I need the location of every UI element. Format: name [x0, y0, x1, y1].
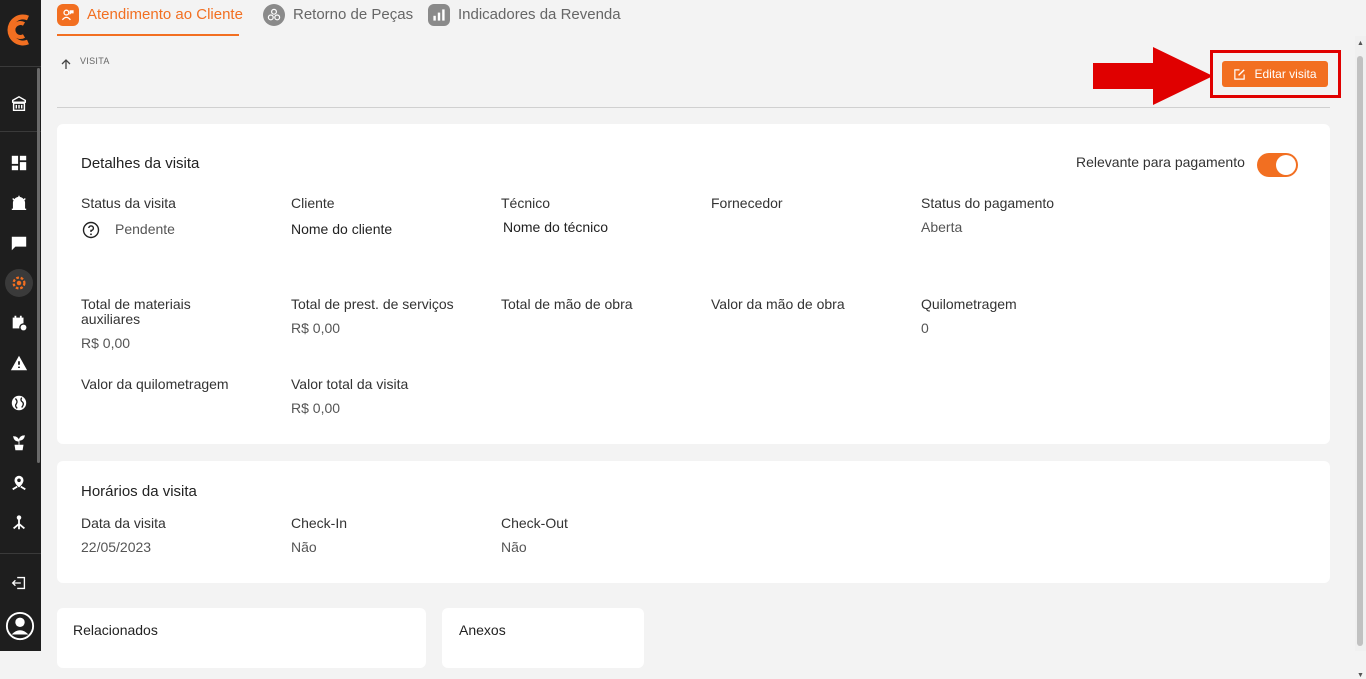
user-avatar-icon[interactable] — [4, 610, 36, 642]
card-title: Anexos — [459, 622, 506, 638]
related-card — [57, 608, 426, 668]
tab-label: Atendimento ao Cliente — [87, 6, 243, 23]
checkin-label: Check-In — [291, 515, 348, 531]
bar-chart-icon — [428, 4, 450, 26]
header-divider — [57, 107, 1330, 108]
app-logo-icon[interactable] — [4, 12, 36, 48]
customer-service-icon — [57, 4, 79, 26]
checkout-value: Não — [501, 539, 527, 555]
sidebar-alarm-icon[interactable] — [8, 192, 30, 214]
relevant-payment-toggle[interactable] — [1257, 153, 1298, 177]
sidebar-location-icon[interactable] — [8, 472, 30, 494]
breadcrumb: VISITA — [60, 52, 110, 70]
materials-label-line2: auxiliares — [81, 311, 141, 327]
sidebar-divider — [0, 131, 41, 132]
status-value: Pendente — [115, 221, 175, 237]
edit-visit-button[interactable]: Editar visita — [1222, 61, 1328, 87]
status-label: Status da visita — [81, 195, 176, 211]
arrow-up-icon[interactable] — [60, 58, 72, 70]
card-title: Relacionados — [73, 622, 158, 638]
visit-schedule-card — [57, 461, 1330, 583]
sidebar-dashboard-icon[interactable] — [8, 152, 30, 174]
active-tab-indicator — [57, 34, 239, 36]
checkin-value: Não — [291, 539, 317, 555]
materials-value: R$ 0,00 — [81, 335, 131, 351]
sidebar-scrollbar[interactable] — [37, 68, 40, 463]
sidebar-hierarchy-icon[interactable] — [8, 512, 30, 534]
mileage-value-label: Valor da quilometragem — [81, 376, 229, 392]
sidebar-warning-icon[interactable] — [8, 352, 30, 374]
client-label: Cliente — [291, 195, 335, 211]
question-circle-icon — [82, 221, 100, 239]
logout-icon[interactable] — [8, 572, 30, 594]
supplier-label: Fornecedor — [711, 195, 783, 211]
tech-label: Técnico — [501, 195, 551, 211]
mileage-value: 0 — [921, 320, 929, 336]
visit-total-label: Valor total da visita — [291, 376, 409, 392]
services-value: R$ 0,00 — [291, 320, 341, 336]
labor-total-label: Total de mão de obra — [501, 296, 633, 312]
tech-value: Nome do técnico — [503, 219, 609, 235]
tab-indicadores[interactable]: Indicadores da Revenda — [428, 4, 621, 36]
breadcrumb-label: VISITA — [80, 56, 110, 66]
labor-value-label: Valor da mão de obra — [711, 296, 845, 312]
sidebar-divider — [0, 553, 41, 554]
client-value: Nome do cliente — [291, 221, 393, 237]
edit-visit-label: Editar visita — [1254, 67, 1317, 81]
payment-status-value: Aberta — [921, 219, 963, 235]
edit-icon — [1234, 68, 1246, 80]
annotation-arrow — [1093, 47, 1213, 105]
payment-status-label: Status do pagamento — [921, 195, 1055, 211]
sidebar-plant-icon[interactable] — [8, 432, 30, 454]
scrollbar-thumb[interactable] — [1357, 56, 1363, 646]
page-scrollbar[interactable]: ▲ ▼ — [1355, 36, 1366, 679]
scroll-up-icon[interactable]: ▲ — [1357, 40, 1364, 47]
tab-retorno-pecas[interactable]: Retorno de Peças — [263, 4, 413, 36]
toggle-knob — [1276, 155, 1296, 175]
visit-date-value: 22/05/2023 — [81, 539, 152, 555]
services-label: Total de prest. de serviços — [291, 296, 454, 312]
attachments-card — [442, 608, 644, 668]
relevant-payment-label: Relevante para pagamento — [1076, 154, 1245, 170]
visit-details-card — [57, 124, 1330, 444]
checkout-label: Check-Out — [501, 515, 568, 531]
card-title: Detalhes da visita — [81, 155, 200, 172]
parts-icon — [263, 4, 285, 26]
materials-label: Total de materiais — [81, 296, 191, 312]
tab-atendimento[interactable]: Atendimento ao Cliente — [57, 4, 243, 36]
sidebar-divider — [0, 66, 41, 67]
scroll-down-icon[interactable]: ▼ — [1357, 672, 1364, 679]
mileage-label: Quilometragem — [921, 296, 1017, 312]
sidebar-globe-icon[interactable] — [8, 392, 30, 414]
sidebar-chat-icon[interactable] — [8, 232, 30, 254]
card-title: Horários da visita — [81, 483, 197, 500]
visit-total-value: R$ 0,00 — [291, 400, 341, 416]
tab-label: Retorno de Peças — [293, 6, 414, 23]
visit-date-label: Data da visita — [81, 515, 166, 531]
tab-label: Indicadores da Revenda — [458, 6, 621, 23]
sidebar-service-icon[interactable] — [5, 269, 33, 297]
sidebar — [0, 0, 41, 651]
sidebar-calendar-icon[interactable] — [8, 312, 30, 334]
sidebar-store-icon[interactable] — [8, 93, 30, 115]
